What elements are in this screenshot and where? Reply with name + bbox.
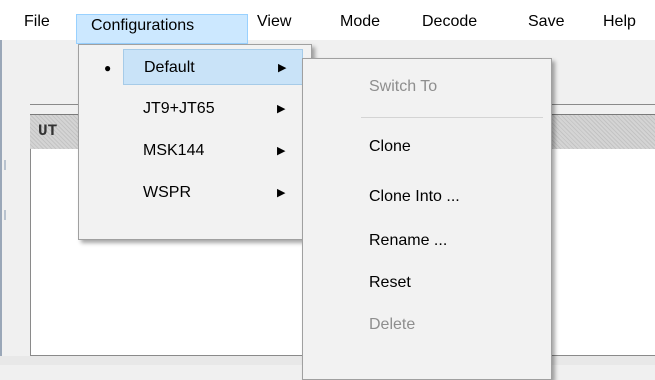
submenu-rename[interactable]: Rename ...: [303, 223, 551, 259]
submenu-separator: [361, 117, 543, 118]
menu-mode[interactable]: Mode: [340, 11, 380, 33]
window-left-marker: [4, 160, 6, 170]
menu-bar: File Configurations View Mode Decode Sav…: [0, 0, 655, 44]
submenu-reset[interactable]: Reset: [303, 265, 551, 301]
bullet-icon: ●: [104, 61, 112, 75]
menu-save[interactable]: Save: [528, 11, 564, 33]
menu-configurations[interactable]: Configurations: [76, 14, 248, 44]
config-item-default[interactable]: ● Default ▶: [104, 49, 303, 85]
arrow-right-icon: ▶: [277, 103, 286, 115]
arrow-right-icon: ▶: [277, 145, 286, 157]
window-left-marker: [4, 210, 6, 220]
config-item-msk144[interactable]: MSK144 ▶: [79, 133, 311, 169]
submenu-clone[interactable]: Clone: [303, 129, 551, 165]
panel-header-label: UT: [38, 122, 58, 140]
config-item-wspr[interactable]: WSPR ▶: [79, 175, 311, 211]
menu-decode[interactable]: Decode: [422, 11, 477, 33]
arrow-right-icon: ▶: [277, 187, 286, 199]
submenu-switch-to[interactable]: Switch To: [303, 69, 551, 105]
submenu-delete[interactable]: Delete: [303, 307, 551, 343]
arrow-right-icon: ▶: [278, 62, 287, 74]
menu-file[interactable]: File: [24, 11, 50, 33]
window-left-border: [0, 0, 2, 365]
submenu-clone-into[interactable]: Clone Into ...: [303, 179, 551, 215]
configurations-dropdown: ● Default ▶ JT9+JT65 ▶ MSK144 ▶ WSPR ▶: [78, 44, 312, 240]
menu-view[interactable]: View: [257, 11, 291, 33]
default-submenu: Switch To Clone Clone Into ... Rename ..…: [302, 58, 552, 380]
config-item-jt9-jt65[interactable]: JT9+JT65 ▶: [79, 91, 311, 127]
menu-help[interactable]: Help: [603, 11, 636, 33]
